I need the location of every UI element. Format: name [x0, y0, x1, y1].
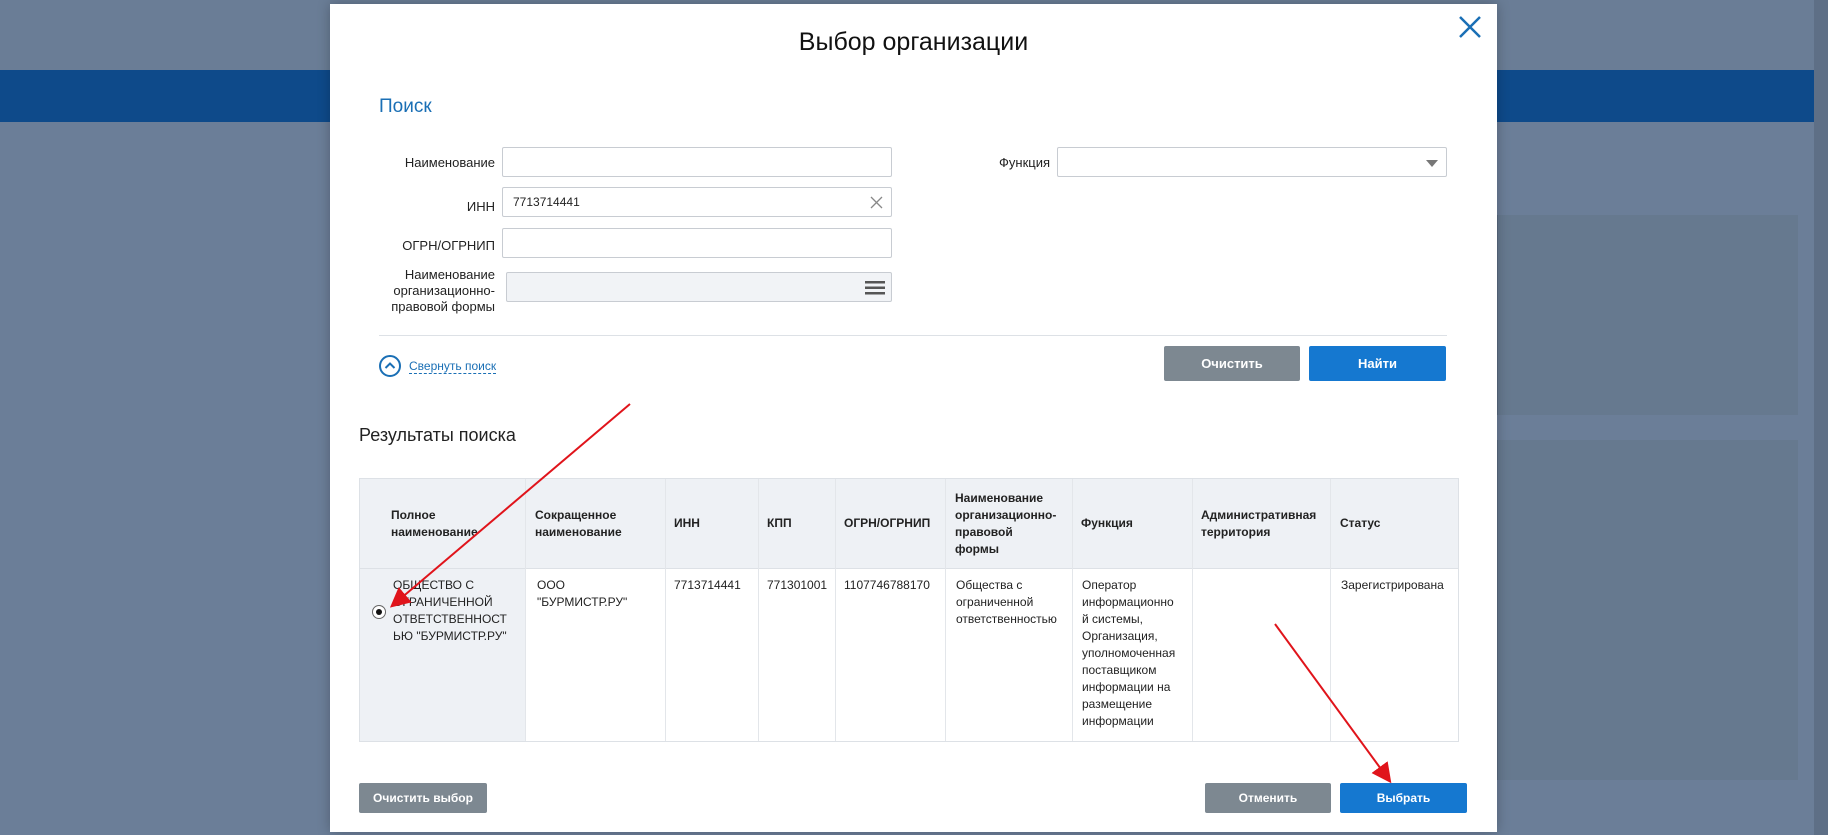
background-scrollbar[interactable]: [1814, 0, 1828, 835]
column-separator: [665, 479, 666, 741]
header-text: организационно-: [955, 508, 1057, 522]
function-label: Функция: [999, 155, 1050, 170]
cell-short-name: ООО "БУРМИСТР.РУ": [537, 577, 627, 611]
column-separator: [525, 479, 526, 741]
cell-text: ограниченной: [956, 595, 1034, 609]
header-admin-territory[interactable]: Административная территория: [1201, 507, 1316, 541]
collapse-search-link[interactable]: Свернуть поиск: [409, 359, 497, 374]
results-table: Полное наименование Сокращенное наименов…: [359, 478, 1459, 742]
cell-function: Оператор информационно й системы, Органи…: [1082, 577, 1175, 730]
column-separator: [945, 479, 946, 741]
header-function[interactable]: Функция: [1081, 515, 1133, 532]
header-text: Полное: [391, 508, 436, 522]
search-section-title: Поиск: [379, 96, 432, 117]
dropdown-arrow-icon: [1426, 160, 1438, 167]
name-input[interactable]: [502, 147, 892, 177]
header-text: Наименование: [955, 491, 1044, 505]
clear-x-icon[interactable]: [870, 196, 883, 209]
ogrn-label: ОГРН/ОГРНИП: [402, 238, 495, 253]
cell-text: Общества с: [956, 578, 1023, 592]
cell-text: уполномоченная: [1082, 646, 1176, 660]
header-text: наименование: [391, 525, 478, 539]
header-short-name[interactable]: Сокращенное наименование: [535, 507, 622, 541]
row-radio-button[interactable]: [372, 605, 386, 619]
cell-text: ОТВЕТСТВЕННОСТ: [393, 612, 507, 626]
header-status[interactable]: Статус: [1340, 515, 1380, 532]
cell-text: ЬЮ "БУРМИСТР.РУ": [393, 629, 507, 643]
header-text: территория: [1201, 525, 1271, 539]
collapse-search-toggle[interactable]: Свернуть поиск: [379, 355, 497, 377]
opf-label: Наименование организационно- правовой фо…: [330, 267, 495, 315]
cell-text: информационно: [1082, 595, 1174, 609]
header-opf[interactable]: Наименование организационно- правовой фо…: [955, 490, 1056, 558]
opf-select[interactable]: [506, 272, 892, 302]
results-title: Результаты поиска: [359, 425, 516, 445]
cell-kpp: 771301001: [767, 578, 828, 592]
clear-button[interactable]: Очистить: [1164, 346, 1300, 381]
cell-text: ОГРАНИЧЕННОЙ: [393, 595, 493, 609]
cancel-button[interactable]: Отменить: [1205, 783, 1331, 813]
background-panel: [1497, 215, 1798, 415]
dialog-title: Выбор организации: [798, 28, 1029, 56]
header-text: наименование: [535, 525, 622, 539]
function-select[interactable]: [1057, 147, 1447, 177]
header-text: Административная: [1201, 508, 1317, 522]
inn-input-value: 7713714441: [513, 195, 580, 209]
list-icon[interactable]: [865, 280, 885, 296]
header-text: формы: [955, 542, 999, 556]
header-kpp[interactable]: КПП: [767, 515, 792, 532]
cell-status: Зарегистрирована: [1341, 578, 1444, 592]
name-label: Наименование: [404, 155, 495, 170]
cell-text: й системы,: [1082, 612, 1143, 626]
find-button[interactable]: Найти: [1309, 346, 1446, 381]
cell-text: Организация,: [1082, 629, 1158, 643]
cell-full-name: ОБЩЕСТВО С ОГРАНИЧЕННОЙ ОТВЕТСТВЕННОСТ Ь…: [393, 577, 507, 645]
header-ogrn[interactable]: ОГРН/ОГРНИП: [844, 515, 930, 532]
divider: [379, 335, 1447, 336]
cell-text: Оператор: [1082, 578, 1137, 592]
inn-label: ИНН: [466, 199, 495, 214]
cell-text: размещение: [1082, 697, 1153, 711]
cell-text: поставщиком: [1082, 663, 1157, 677]
cell-text: ООО: [537, 578, 566, 592]
chevron-up-icon[interactable]: [379, 355, 401, 377]
column-separator: [1192, 479, 1193, 741]
cell-text: "БУРМИСТР.РУ": [537, 595, 628, 609]
column-separator: [758, 479, 759, 741]
opf-label-line: правовой формы: [391, 299, 495, 314]
cell-inn: 7713714441: [674, 578, 741, 592]
cell-text: информации: [1082, 714, 1154, 728]
cell-opf: Общества с ограниченной ответственностью: [956, 577, 1057, 628]
select-button[interactable]: Выбрать: [1340, 783, 1467, 813]
header-text: правовой: [955, 525, 1013, 539]
header-full-name[interactable]: Полное наименование: [391, 507, 478, 541]
column-separator: [1072, 479, 1073, 741]
ogrn-input[interactable]: [502, 228, 892, 258]
opf-label-line: Наименование: [404, 267, 495, 282]
header-text: Сокращенное: [535, 508, 617, 522]
clear-selection-button[interactable]: Очистить выбор: [359, 783, 487, 813]
cell-text: информации на: [1082, 680, 1171, 694]
column-separator: [1330, 479, 1331, 741]
cell-text: ответственностью: [956, 612, 1057, 626]
column-separator: [835, 479, 836, 741]
organization-select-dialog: Выбор организации Поиск Наименование ИНН…: [330, 4, 1497, 832]
opf-label-line: организационно-: [393, 283, 495, 298]
background-panel: [1497, 440, 1798, 780]
cell-ogrn: 1107746788170: [844, 578, 930, 592]
cell-text: ОБЩЕСТВО С: [393, 578, 474, 592]
header-inn[interactable]: ИНН: [674, 515, 700, 532]
inn-input[interactable]: 7713714441: [502, 187, 892, 217]
